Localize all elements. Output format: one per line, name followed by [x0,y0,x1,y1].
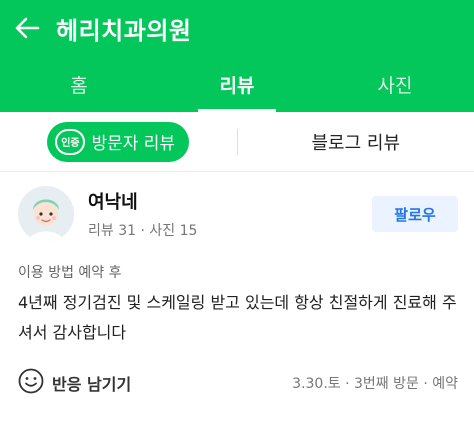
page-title: 헤리치과의원 [56,16,192,45]
visit-method: 이용 방법 예약 후 [18,265,122,281]
visitor-review-tab[interactable]: 인증 방문자 리뷰 [47,121,190,162]
visitor-review-label: 방문자 리뷰 [91,134,176,154]
review-type-tabs: 인증 방문자 리뷰 블로그 리뷰 [0,112,474,172]
back-arrow-icon[interactable] [12,13,42,43]
follow-button[interactable]: 팔로우 [372,196,458,232]
blog-review-wrap: 블로그 리뷰 [238,129,474,155]
tab-home[interactable]: 홈 [0,56,158,112]
blog-review-tab[interactable]: 블로그 리뷰 [311,129,400,155]
main-tabs: 홈 리뷰 사진 [0,56,474,112]
tab-reviews[interactable]: 리뷰 [158,56,316,112]
avatar[interactable] [18,186,74,242]
visit-date-info: 3.30.토 · 3번째 방문 · 예약 [292,376,458,392]
react-label: 반응 남기기 [52,375,132,394]
visitor-review-wrap: 인증 방문자 리뷰 [0,121,237,162]
verified-badge: 인증 [55,128,86,155]
user-info: 여낙네 리뷰 31 · 사진 15 [88,188,372,240]
review-profile: 여낙네 리뷰 31 · 사진 15 팔로우 [18,186,458,242]
app-header: 헤리치과의원 [0,0,474,56]
smiley-icon [18,368,44,398]
review-card: 여낙네 리뷰 31 · 사진 15 팔로우 이용 방법 예약 후 4년째 정기검… [0,172,474,398]
react-button[interactable]: 반응 남기기 [18,368,131,398]
user-meta: 리뷰 31 · 사진 15 [88,223,198,239]
user-name[interactable]: 여낙네 [88,188,372,214]
review-text: 4년째 정기검진 및 스케일링 받고 있는데 항상 친절하게 진료해 주셔서 감… [18,293,457,342]
tab-photos[interactable]: 사진 [316,56,474,112]
review-footer: 반응 남기기 3.30.토 · 3번째 방문 · 예약 [18,368,458,398]
